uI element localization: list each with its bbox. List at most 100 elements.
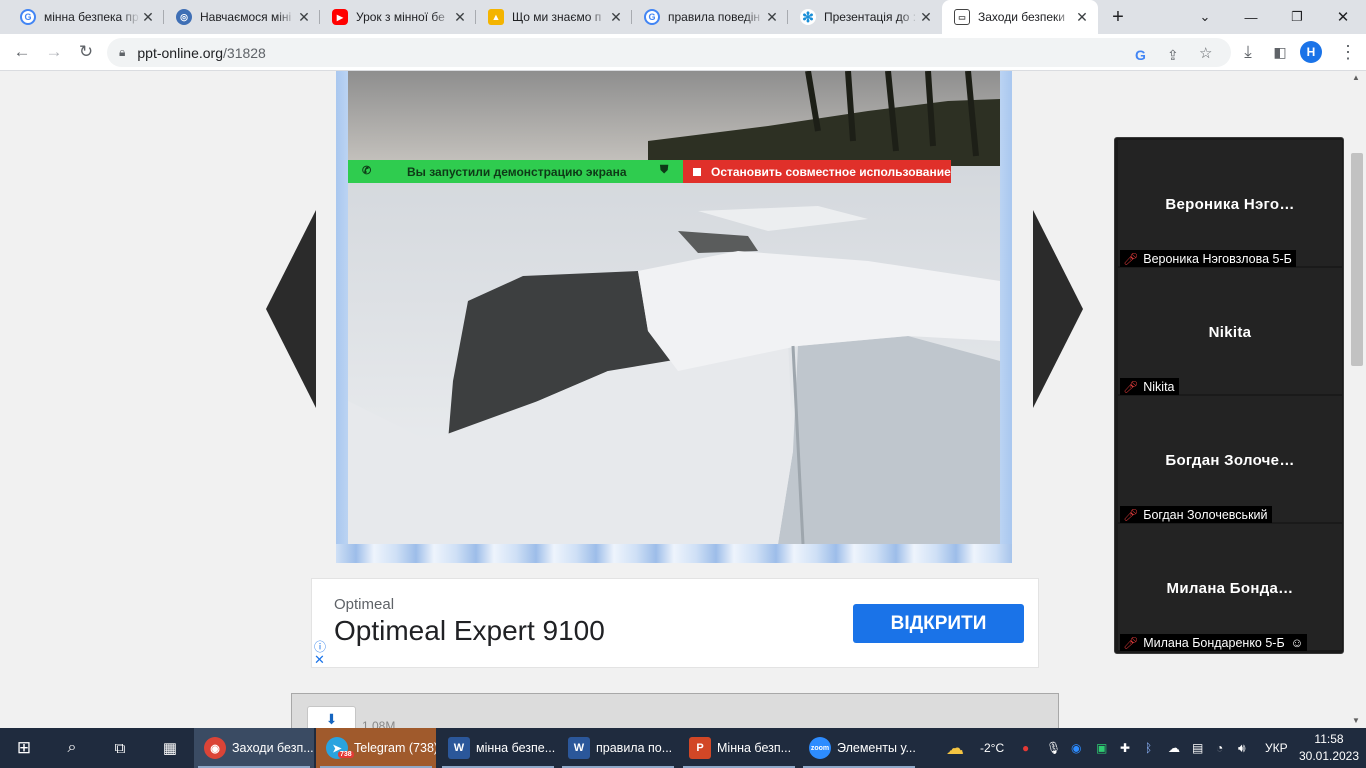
browser-tab[interactable]: ✻ Презентація до : ✕	[788, 0, 942, 34]
chrome-icon: ◉	[204, 737, 226, 759]
address-bar[interactable]: 🔒︎ ppt-online.org/31828 G ⇪ ☆	[107, 38, 1231, 67]
url-path: /31828	[223, 44, 266, 61]
scroll-up-icon[interactable]: ▲	[1352, 73, 1360, 82]
onedrive-icon[interactable]: ☁	[1168, 728, 1180, 768]
minimize-icon[interactable]: —	[1228, 0, 1274, 34]
taskbar-app-telegram[interactable]: ➤ 738 Telegram (738)	[316, 728, 436, 768]
tab-search-icon[interactable]: ⌄	[1182, 0, 1228, 34]
zoom-icon: zoom	[809, 737, 831, 759]
share-status-text: Вы запустили демонстрацию экрана	[407, 165, 627, 179]
google-translate-icon[interactable]: G	[1135, 47, 1146, 63]
close-tab-icon[interactable]: ✕	[140, 9, 156, 26]
security-tray-icon[interactable]: ✚	[1120, 728, 1130, 768]
download-button[interactable]: ⬇	[307, 706, 356, 728]
close-tab-icon[interactable]: ✕	[608, 9, 624, 26]
close-tab-icon[interactable]: ✕	[1074, 9, 1090, 26]
bluetooth-icon[interactable]: ᛒ	[1145, 728, 1152, 768]
phone-icon: ✆	[362, 165, 372, 177]
ad-title[interactable]: Optimeal Expert 9100	[334, 615, 605, 647]
tab-title: Урок з мінної бе	[356, 10, 445, 24]
lock-icon: 🔒︎	[119, 45, 126, 59]
wifi-icon[interactable]: ◔	[1216, 728, 1223, 768]
slides-icon: ▭	[954, 9, 970, 25]
tab-title: Що ми знаємо п	[512, 10, 602, 24]
participant-tile[interactable]: Милана Бонда… 🎤︎ Милана Бондаренко 5-Б ☺	[1118, 524, 1342, 651]
previous-slide-arrow-icon[interactable]	[266, 210, 316, 408]
taskbar-app-label: Мінна безп...	[717, 741, 792, 755]
browser-tab[interactable]: G мінна безпека пр ✕	[8, 0, 164, 34]
close-tab-icon[interactable]: ✕	[918, 9, 934, 26]
participant-tile[interactable]: Богдан Золоче… 🎤︎ Богдан Золочевський	[1118, 396, 1342, 523]
calculator-icon[interactable]: ▦	[156, 728, 184, 768]
volume-icon[interactable]: 🔊︎	[1238, 728, 1246, 768]
more-menu-icon[interactable]: ⋮	[1336, 40, 1360, 64]
powerpoint-icon: P	[689, 737, 711, 759]
network-icon[interactable]: ▤	[1192, 728, 1203, 768]
microphone-icon[interactable]: 🎙︎	[1046, 728, 1061, 768]
reload-icon[interactable]: ↻	[74, 40, 98, 64]
taskbar-app-word[interactable]: W мінна безпе...	[438, 728, 558, 768]
participant-label: 🎤︎ Милана Бондаренко 5-Б ☺	[1120, 634, 1308, 651]
weather-temperature[interactable]: -2°C	[980, 728, 1004, 768]
forward-icon[interactable]: →	[42, 40, 66, 64]
side-panel-icon[interactable]: ◧	[1268, 40, 1292, 64]
back-icon[interactable]: ←	[10, 40, 34, 64]
close-tab-icon[interactable]: ✕	[296, 9, 312, 26]
tab-title: Презентація до :	[824, 10, 917, 24]
zoom-tray-icon[interactable]: ◉	[1071, 728, 1081, 768]
restore-icon[interactable]: ❐	[1274, 0, 1320, 34]
task-view-icon[interactable]: ⧉	[106, 728, 134, 768]
clock[interactable]: 11:58 30.01.2023	[1298, 728, 1360, 768]
participant-label: 🎤︎ Nikita	[1120, 378, 1179, 395]
browser-tab-active[interactable]: ▭ Заходи безпеки ✕	[942, 0, 1098, 34]
scrollbar-thumb[interactable]	[1351, 153, 1363, 366]
bookmark-star-icon[interactable]: ☆	[1199, 44, 1212, 62]
ad-close-icon[interactable]: ✕	[314, 652, 325, 668]
browser-tab[interactable]: ▲ Що ми знаємо п ✕	[476, 0, 632, 34]
weather-icon[interactable]: ☁	[946, 728, 964, 768]
clock-date: 30.01.2023	[1298, 749, 1360, 763]
word-icon: W	[568, 737, 590, 759]
next-slide-arrow-icon[interactable]	[1033, 210, 1083, 408]
taskbar-app-label: Элементы у...	[837, 741, 916, 755]
download-icon[interactable]: ⤓	[1236, 40, 1260, 64]
zoom-share-tray-icon[interactable]: ●	[1022, 728, 1029, 768]
taskbar-app-label: мінна безпе...	[476, 741, 556, 755]
shield-icon: ⛊	[660, 164, 669, 176]
new-tab-button[interactable]: +	[1098, 0, 1138, 34]
participant-full-name: Вероника Нэговзлова 5-Б	[1143, 251, 1292, 266]
taskbar-app-chrome[interactable]: ◉ Заходи безп...	[194, 728, 314, 768]
advertisement[interactable]: Optimeal Optimeal Expert 9100 ВІДКРИТИ ⓘ…	[311, 578, 1039, 668]
participant-tile[interactable]: Nikita 🎤︎ Nikita	[1118, 268, 1342, 395]
participant-tile[interactable]: Вероника Нэго… 🎤︎ Вероника Нэговзлова 5-Б	[1118, 140, 1342, 267]
taskbar-app-zoom[interactable]: zoom Элементы у...	[799, 728, 919, 768]
download-panel: ⬇ 1.08M	[291, 693, 1059, 728]
language-indicator[interactable]: УКР	[1265, 728, 1288, 768]
slide-image	[348, 71, 1000, 544]
browser-tab[interactable]: ▶ Урок з мінної бе ✕	[320, 0, 476, 34]
browser-tab[interactable]: G правила поведін ✕	[632, 0, 788, 34]
bookmark-icon: ▲	[488, 9, 504, 25]
stop-share-button[interactable]: Остановить совместное использование	[683, 160, 951, 183]
search-icon[interactable]: ⌕	[58, 728, 86, 768]
ad-open-button[interactable]: ВІДКРИТИ	[853, 604, 1024, 643]
browser-tab[interactable]: ◎ Навчаємося міні ✕	[164, 0, 320, 34]
share-icon[interactable]: ⇪	[1167, 47, 1179, 64]
participant-label: 🎤︎ Вероника Нэговзлова 5-Б	[1120, 250, 1296, 267]
close-tab-icon[interactable]: ✕	[764, 9, 780, 26]
clock-time: 11:58	[1314, 732, 1344, 746]
participant-full-name: Богдан Золочевський	[1143, 507, 1268, 522]
tab-title: правила поведін	[668, 10, 761, 24]
participant-name: Милана Бонда…	[1166, 580, 1294, 597]
participant-full-name: Милана Бондаренко 5-Б	[1143, 635, 1285, 650]
windows-start-icon[interactable]: ⊞	[10, 728, 38, 768]
browser-toolbar: ← → ↻ 🔒︎ ppt-online.org/31828 G ⇪ ☆ ⤓ ◧ …	[0, 34, 1366, 71]
close-window-icon[interactable]: ✕	[1320, 0, 1366, 34]
taskbar-app-powerpoint[interactable]: P Мінна безп...	[679, 728, 799, 768]
scroll-down-icon[interactable]: ▼	[1352, 716, 1360, 725]
taskbar-app-label: правила по...	[596, 741, 673, 755]
profile-avatar[interactable]: H	[1300, 41, 1322, 63]
taskbar-app-word[interactable]: W правила по...	[558, 728, 678, 768]
close-tab-icon[interactable]: ✕	[452, 9, 468, 26]
app-tray-icon[interactable]: ▣	[1096, 728, 1107, 768]
